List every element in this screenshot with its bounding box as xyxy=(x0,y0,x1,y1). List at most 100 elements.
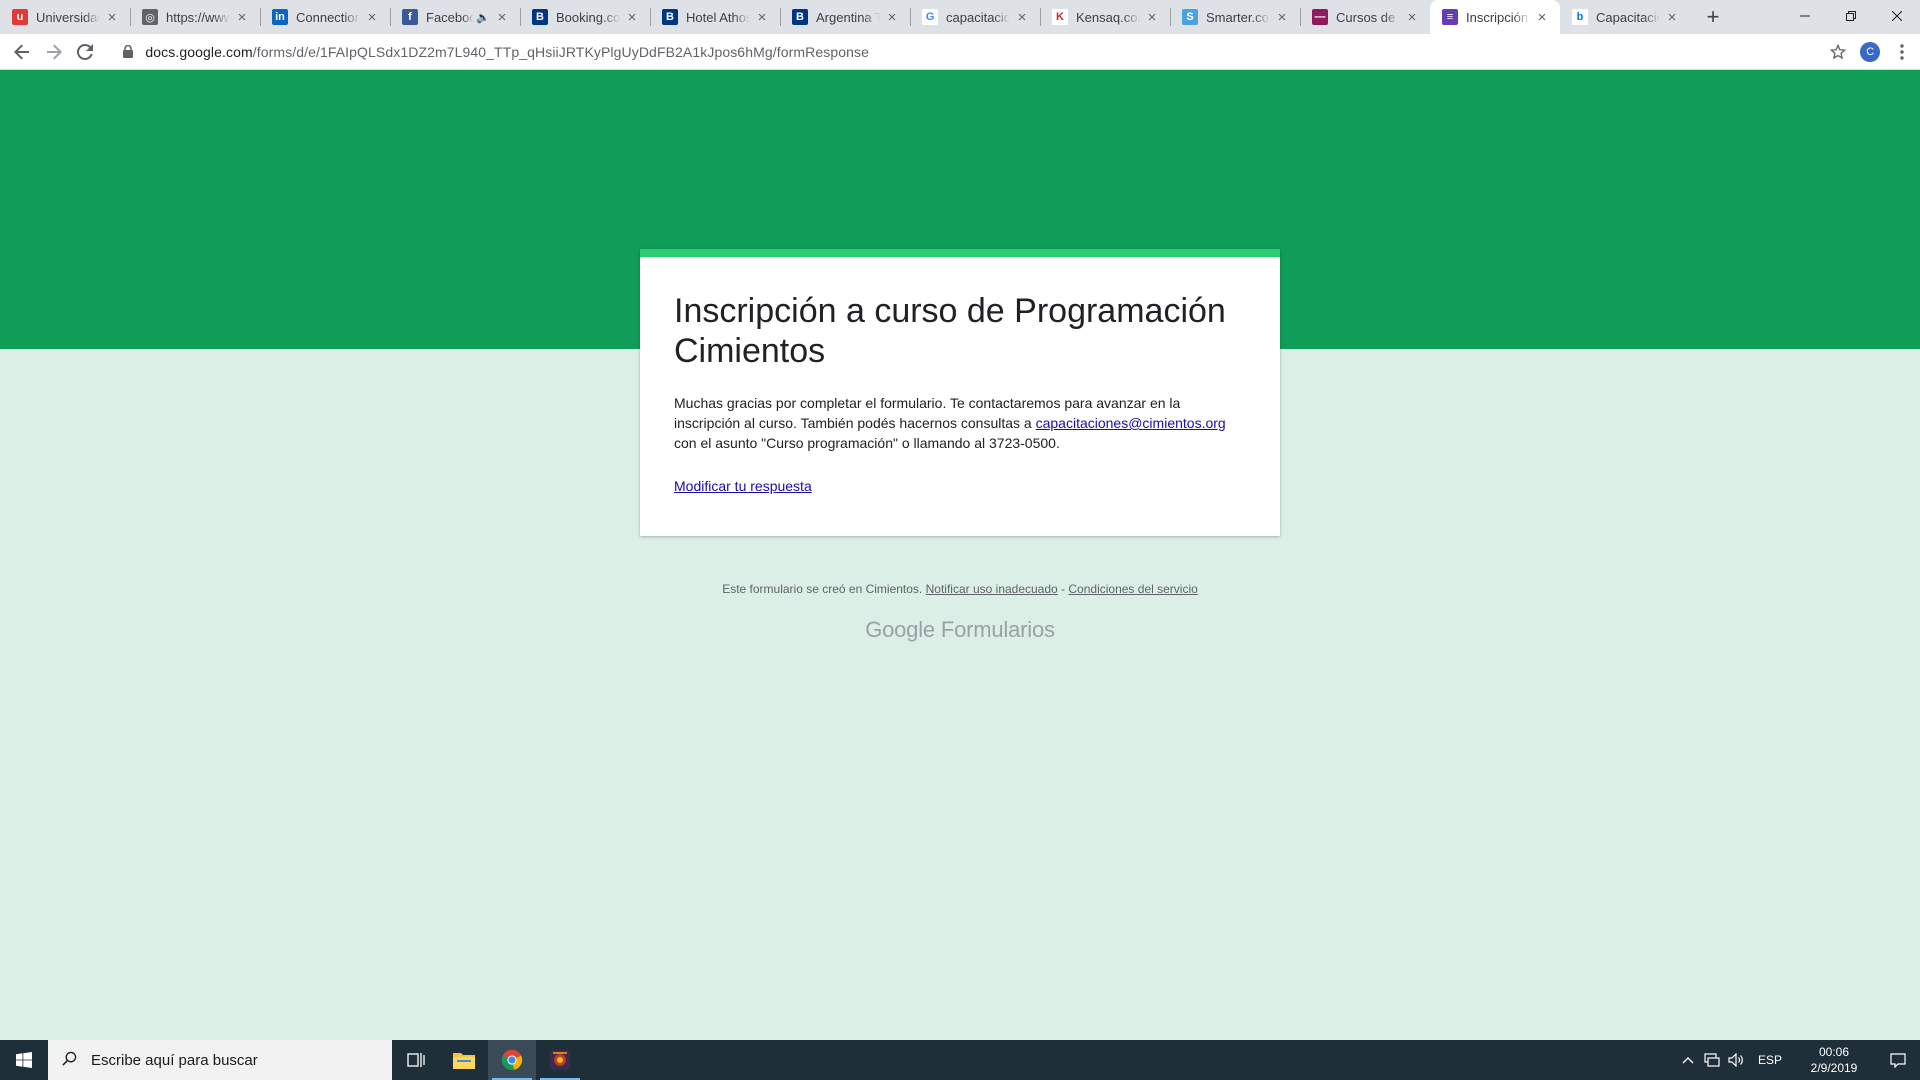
tab-close-icon[interactable]: × xyxy=(104,9,120,26)
tab[interactable]: B Hotel Athos × xyxy=(650,0,780,34)
tab-close-icon[interactable]: × xyxy=(754,9,770,26)
tab-title: https://www xyxy=(166,9,230,25)
bookmark-star-button[interactable] xyxy=(1822,36,1854,68)
chrome-taskbar-button[interactable] xyxy=(488,1040,536,1080)
tab-close-icon[interactable]: × xyxy=(1144,9,1160,26)
tab-close-icon[interactable]: × xyxy=(1014,9,1030,26)
reload-button[interactable] xyxy=(70,36,102,68)
new-tab-button[interactable]: + xyxy=(1696,0,1730,34)
tab[interactable]: in Connection × xyxy=(260,0,390,34)
message-text-2: con el asunto "Curso programación" o lla… xyxy=(674,435,1060,451)
browser-toolbar: docs.google.com/forms/d/e/1FAIpQLSdx1DZ2… xyxy=(0,34,1920,70)
system-tray: ESP 00:06 2/9/2019 xyxy=(1676,1040,1920,1080)
tab-close-icon[interactable]: × xyxy=(1274,9,1290,26)
tab[interactable]: u Universidad × xyxy=(0,0,130,34)
file-explorer-taskbar-button[interactable] xyxy=(440,1040,488,1080)
star-icon xyxy=(1830,43,1847,59)
tab-close-icon[interactable]: × xyxy=(624,9,640,26)
clock-date: 2/9/2019 xyxy=(1810,1061,1858,1075)
tab-close-icon[interactable]: × xyxy=(234,9,250,26)
tab[interactable]: ◎ https://www × xyxy=(130,0,260,34)
search-icon xyxy=(62,1051,77,1070)
lock-icon xyxy=(121,45,135,59)
tab-close-icon[interactable]: × xyxy=(1404,9,1420,26)
tab-title: Universidad xyxy=(36,9,100,25)
tab-close-icon[interactable]: × xyxy=(1534,9,1550,26)
show-hidden-icons-button[interactable] xyxy=(1676,1056,1700,1064)
form-response-card: Inscripción a curso de Programación Cimi… xyxy=(640,249,1280,536)
url-text[interactable]: docs.google.com/forms/d/e/1FAIpQLSdx1DZ2… xyxy=(145,44,869,60)
google-favicon: G xyxy=(922,9,938,25)
google-wordmark: Google xyxy=(865,617,935,642)
form-title: Inscripción a curso de Programación Cimi… xyxy=(674,292,1226,370)
url-path: /forms/d/e/1FAIpQLSdx1DZ2m7L940_TTp_qHsi… xyxy=(252,43,869,60)
tab[interactable]: K Kensaq.com× xyxy=(1040,0,1170,34)
report-abuse-link[interactable]: Notificar uso inadecuado xyxy=(926,582,1058,596)
back-button[interactable] xyxy=(6,36,38,68)
taskbar-search-box[interactable]: Escribe aquí para buscar xyxy=(48,1040,392,1080)
footer-separator: - xyxy=(1057,582,1069,596)
tab[interactable]: S Smarter.com× xyxy=(1170,0,1300,34)
network-icon[interactable] xyxy=(1700,1053,1724,1067)
forward-button[interactable] xyxy=(38,36,70,68)
contact-email-link[interactable]: capacitaciones@cimientos.org xyxy=(1036,415,1226,431)
kensaq-favicon: K xyxy=(1052,9,1068,25)
browser-tab-strip: u Universidad × ◎ https://www × in Connection × f… xyxy=(0,0,1920,34)
tab-close-icon[interactable]: × xyxy=(1664,9,1680,26)
tab-title: Argentina Te xyxy=(816,9,880,25)
tab[interactable]: b Capacitacio × xyxy=(1560,0,1690,34)
folder-icon xyxy=(453,1053,475,1069)
tab-close-icon[interactable]: × xyxy=(884,9,900,26)
linkedin-favicon: in xyxy=(272,9,288,25)
profile-avatar[interactable]: C xyxy=(1860,41,1881,62)
windows-logo-icon xyxy=(16,1052,32,1068)
minimize-button[interactable] xyxy=(1782,0,1828,32)
input-language-indicator[interactable]: ESP xyxy=(1748,1053,1792,1067)
tab-title: Booking.com xyxy=(556,9,620,25)
tab[interactable]: — Cursos de p × xyxy=(1300,0,1430,34)
tab-title: Hotel Athos xyxy=(686,9,750,25)
terms-of-service-link[interactable]: Condiciones del servicio xyxy=(1068,582,1197,596)
tab-active[interactable]: ≡ Inscripción a× xyxy=(1430,0,1560,34)
cursos-favicon: — xyxy=(1312,9,1328,25)
browser-menu-button[interactable] xyxy=(1890,36,1914,68)
tab-title: Inscripción a xyxy=(1466,9,1530,25)
tab-title: Capacitacio xyxy=(1596,9,1660,25)
tab-close-icon[interactable]: × xyxy=(494,9,510,26)
game-app-icon xyxy=(550,1050,570,1070)
address-bar[interactable]: docs.google.com/forms/d/e/1FAIpQLSdx1DZ2… xyxy=(113,38,1822,66)
chevron-up-icon xyxy=(1682,1057,1694,1064)
booking-favicon: B xyxy=(532,9,548,25)
close-icon xyxy=(1892,11,1902,21)
taskbar-clock[interactable]: 00:06 2/9/2019 xyxy=(1792,1044,1876,1076)
tab[interactable]: f Faceboo 🔈 × xyxy=(390,0,520,34)
volume-icon[interactable] xyxy=(1724,1053,1748,1067)
tab[interactable]: B Argentina Te× xyxy=(780,0,910,34)
edit-response-link[interactable]: Modificar tu respuesta xyxy=(674,478,812,494)
search-placeholder: Escribe aquí para buscar xyxy=(91,1051,258,1069)
confirmation-message: Muchas gracias por completar el formular… xyxy=(674,393,1246,453)
forms-wordmark: Formularios xyxy=(940,617,1055,642)
restore-button[interactable] xyxy=(1828,0,1874,32)
tab[interactable]: Gcapacitacion× xyxy=(910,0,1040,34)
google-forms-logo[interactable]: Google Formularios xyxy=(0,617,1920,643)
booking-favicon: B xyxy=(662,9,678,25)
audio-playing-icon[interactable]: 🔈 xyxy=(476,11,490,24)
tab-list: u Universidad × ◎ https://www × in Connection × f… xyxy=(0,0,1690,34)
action-center-button[interactable] xyxy=(1876,1040,1920,1080)
tab-title: Faceboo xyxy=(426,9,474,25)
start-button[interactable] xyxy=(0,1040,48,1080)
close-window-button[interactable] xyxy=(1874,0,1920,32)
tab-title: Cursos de p xyxy=(1336,9,1400,25)
arrow-left-icon xyxy=(13,44,29,59)
restore-icon xyxy=(1846,11,1856,21)
tab-title: Kensaq.com xyxy=(1076,9,1140,25)
tab-close-icon[interactable]: × xyxy=(364,9,380,26)
tab-title: Smarter.com xyxy=(1206,9,1270,25)
url-host: docs.google.com xyxy=(145,43,253,60)
task-view-button[interactable] xyxy=(392,1040,440,1080)
globe-favicon: ◎ xyxy=(142,9,158,25)
game-app-taskbar-button[interactable] xyxy=(536,1040,584,1080)
tab[interactable]: B Booking.com× xyxy=(520,0,650,34)
tab-title: Connection xyxy=(296,9,360,25)
